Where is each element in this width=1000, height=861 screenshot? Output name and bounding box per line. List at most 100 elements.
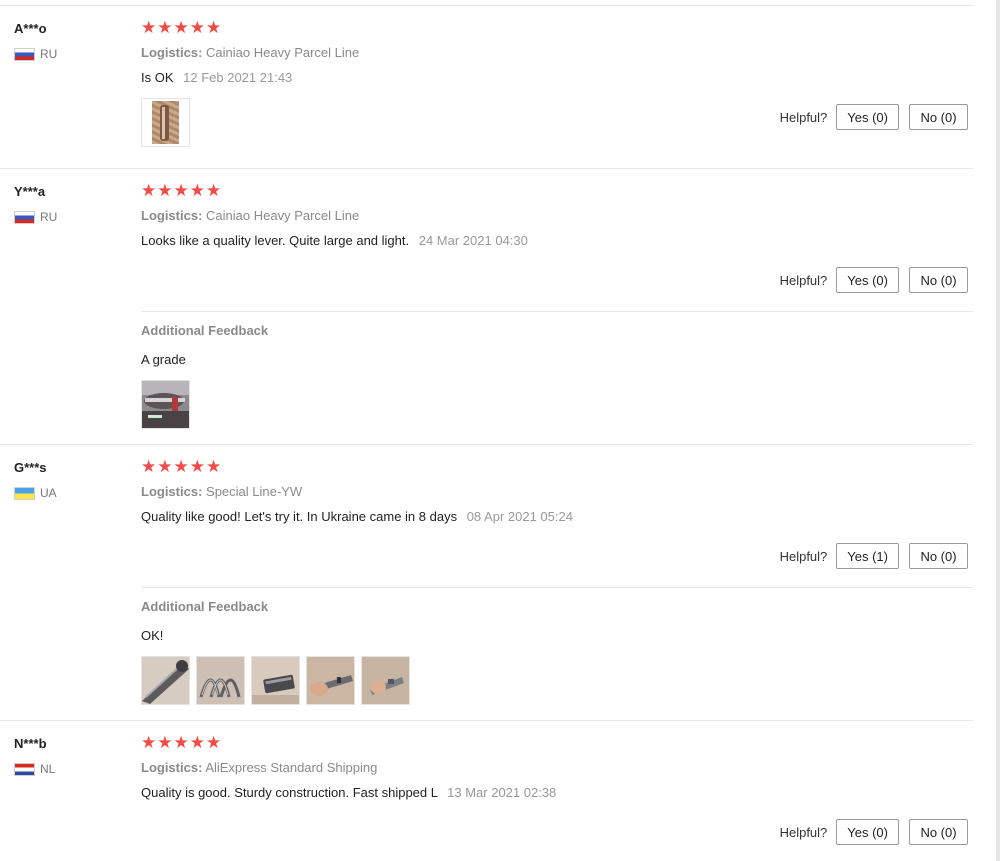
logistics-method: Cainiao Heavy Parcel Line bbox=[206, 45, 360, 60]
review-text: Is OK bbox=[141, 70, 174, 85]
review-content: Is OK 12 Feb 2021 21:43 bbox=[141, 70, 292, 85]
helpful-no-button[interactable]: No (0) bbox=[909, 543, 968, 569]
review-text: Looks like a quality lever. Quite large … bbox=[141, 233, 410, 248]
star-icon: ★ bbox=[206, 181, 222, 200]
review-photo[interactable] bbox=[141, 656, 190, 705]
star-icon: ★ bbox=[206, 457, 222, 476]
star-icon: ★ bbox=[189, 457, 205, 476]
helpful-label: Helpful? bbox=[779, 272, 828, 288]
review-date: 13 Mar 2021 02:38 bbox=[447, 785, 557, 800]
logistics-method: Special Line-YW bbox=[206, 484, 303, 499]
review-content: Quality is good. Sturdy construction. Fa… bbox=[141, 785, 556, 800]
logistics-info: Logistics: Cainiao Heavy Parcel Line bbox=[141, 45, 359, 60]
review-photo[interactable] bbox=[141, 380, 190, 429]
country-code: RU bbox=[40, 47, 58, 61]
reviewer-country: UA bbox=[14, 486, 57, 500]
star-icon: ★ bbox=[173, 181, 189, 200]
star-rating: ★ ★ ★ ★ ★ bbox=[141, 733, 221, 753]
star-icon: ★ bbox=[157, 733, 173, 752]
star-icon: ★ bbox=[206, 18, 222, 37]
ukraine-flag-icon bbox=[14, 486, 35, 500]
helpful-vote: Helpful? Yes (0) No (0) bbox=[780, 819, 968, 845]
helpful-no-button[interactable]: No (0) bbox=[909, 819, 968, 845]
helpful-yes-button[interactable]: Yes (1) bbox=[836, 543, 899, 569]
page-right-edge bbox=[996, 0, 1000, 861]
reviewer-country: RU bbox=[14, 47, 57, 61]
helpful-yes-button[interactable]: Yes (0) bbox=[836, 819, 899, 845]
review-text: Quality is good. Sturdy construction. Fa… bbox=[141, 785, 438, 800]
star-icon: ★ bbox=[189, 18, 205, 37]
star-icon: ★ bbox=[206, 733, 222, 752]
logistics-label: Logistics: bbox=[141, 208, 203, 223]
star-rating: ★ ★ ★ ★ ★ bbox=[141, 18, 221, 38]
review-photo[interactable] bbox=[196, 656, 245, 705]
additional-feedback: Additional Feedback OK! bbox=[141, 587, 973, 721]
star-icon: ★ bbox=[157, 457, 173, 476]
review-photos bbox=[141, 98, 190, 147]
logistics-label: Logistics: bbox=[141, 760, 203, 775]
russia-flag-icon bbox=[14, 210, 35, 224]
helpful-label: Helpful? bbox=[779, 824, 828, 840]
country-code: RU bbox=[40, 210, 58, 224]
review-photo[interactable] bbox=[141, 98, 190, 147]
additional-feedback-title: Additional Feedback bbox=[141, 599, 269, 614]
review-item: A***o RU ★ ★ ★ ★ ★ Logistics: Cainiao Heavy … bbox=[0, 6, 973, 169]
star-icon: ★ bbox=[173, 18, 189, 37]
helpful-yes-button[interactable]: Yes (0) bbox=[836, 104, 899, 130]
helpful-vote: Helpful? Yes (1) No (0) bbox=[780, 543, 968, 569]
star-icon: ★ bbox=[141, 18, 157, 37]
logistics-label: Logistics: bbox=[141, 45, 203, 60]
review-photo[interactable] bbox=[361, 656, 410, 705]
logistics-method: AliExpress Standard Shipping bbox=[205, 760, 378, 775]
review-text: Quality like good! Let's try it. In Ukra… bbox=[141, 509, 458, 524]
star-icon: ★ bbox=[157, 181, 173, 200]
star-rating: ★ ★ ★ ★ ★ bbox=[141, 181, 221, 201]
review-content: Quality like good! Let's try it. In Ukra… bbox=[141, 509, 573, 524]
star-icon: ★ bbox=[189, 181, 205, 200]
reviewer-name: N***b bbox=[14, 736, 47, 751]
star-icon: ★ bbox=[141, 733, 157, 752]
additional-photos bbox=[141, 656, 410, 705]
star-icon: ★ bbox=[141, 181, 157, 200]
country-code: UA bbox=[40, 486, 57, 500]
additional-feedback: Additional Feedback A grade bbox=[141, 311, 973, 445]
helpful-label: Helpful? bbox=[779, 109, 828, 125]
russia-flag-icon bbox=[14, 47, 35, 61]
country-code: NL bbox=[40, 762, 56, 776]
logistics-info: Logistics: Cainiao Heavy Parcel Line bbox=[141, 208, 359, 223]
additional-feedback-title: Additional Feedback bbox=[141, 323, 269, 338]
reviewer-name: A***o bbox=[14, 21, 47, 36]
logistics-label: Logistics: bbox=[141, 484, 203, 499]
helpful-vote: Helpful? Yes (0) No (0) bbox=[780, 104, 968, 130]
reviewer-country: NL bbox=[14, 762, 55, 776]
logistics-info: Logistics: Special Line-YW bbox=[141, 484, 302, 499]
additional-photos bbox=[141, 380, 190, 429]
star-icon: ★ bbox=[173, 457, 189, 476]
review-item: G***s UA ★ ★ ★ ★ ★ Logistics: Special Line-Y… bbox=[0, 445, 973, 721]
helpful-label: Helpful? bbox=[779, 548, 828, 564]
star-icon: ★ bbox=[173, 733, 189, 752]
logistics-method: Cainiao Heavy Parcel Line bbox=[206, 208, 360, 223]
reviewer-country: RU bbox=[14, 210, 57, 224]
review-date: 24 Mar 2021 04:30 bbox=[418, 233, 528, 248]
star-icon: ★ bbox=[141, 457, 157, 476]
netherlands-flag-icon bbox=[14, 762, 35, 776]
review-date: 12 Feb 2021 21:43 bbox=[183, 70, 293, 85]
helpful-no-button[interactable]: No (0) bbox=[909, 104, 968, 130]
reviewer-name: Y***a bbox=[14, 184, 46, 199]
review-item: Y***a RU ★ ★ ★ ★ ★ Logistics: Cainiao Heavy … bbox=[0, 169, 973, 445]
review-date: 08 Apr 2021 05:24 bbox=[466, 509, 573, 524]
review-content: Looks like a quality lever. Quite large … bbox=[141, 233, 528, 248]
star-icon: ★ bbox=[189, 733, 205, 752]
logistics-info: Logistics: AliExpress Standard Shipping bbox=[141, 760, 377, 775]
reviewer-name: G***s bbox=[14, 460, 47, 475]
star-rating: ★ ★ ★ ★ ★ bbox=[141, 457, 221, 477]
star-icon: ★ bbox=[157, 18, 173, 37]
review-photo[interactable] bbox=[306, 656, 355, 705]
additional-feedback-text: A grade bbox=[141, 352, 186, 367]
helpful-yes-button[interactable]: Yes (0) bbox=[836, 267, 899, 293]
additional-feedback-text: OK! bbox=[141, 628, 164, 643]
helpful-vote: Helpful? Yes (0) No (0) bbox=[780, 267, 968, 293]
helpful-no-button[interactable]: No (0) bbox=[909, 267, 968, 293]
review-photo[interactable] bbox=[251, 656, 300, 705]
